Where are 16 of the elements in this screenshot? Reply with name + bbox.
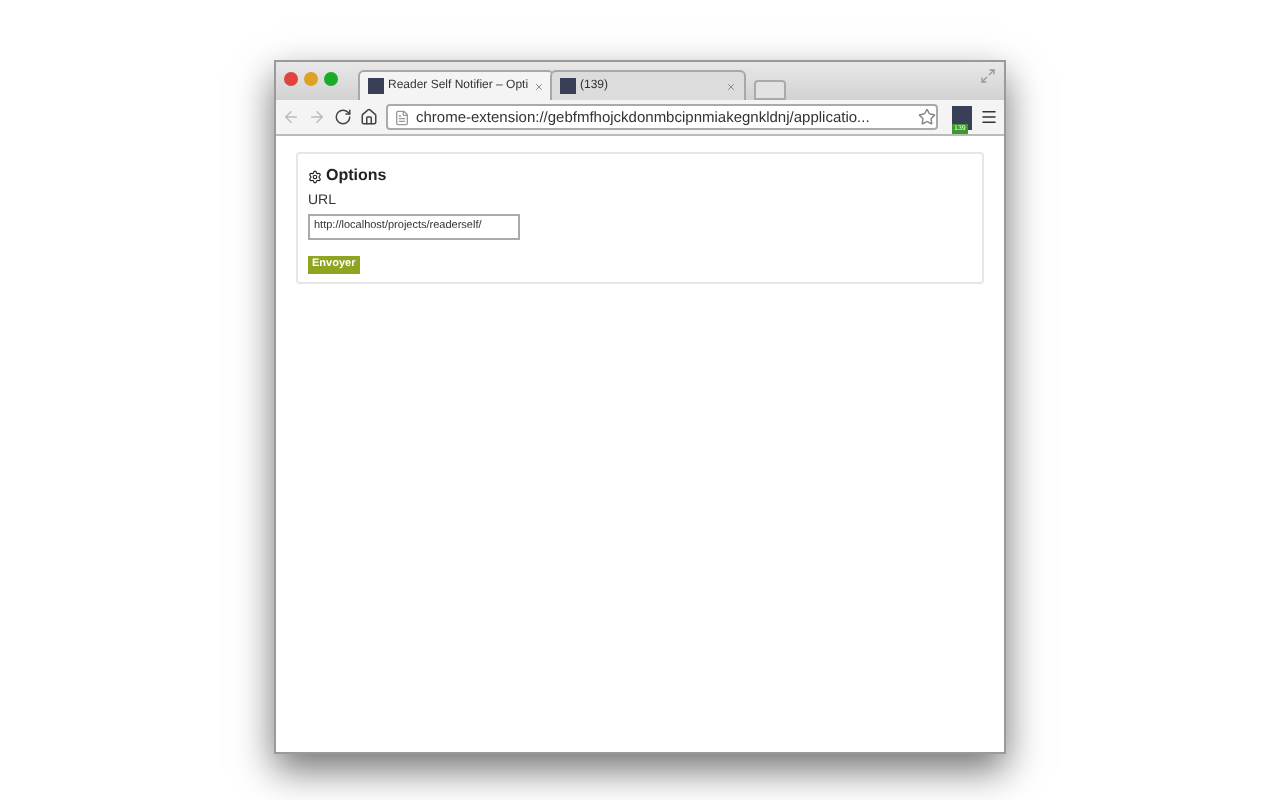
new-tab-button[interactable] <box>754 80 786 100</box>
page-icon <box>394 109 410 125</box>
options-heading: Options <box>326 164 387 188</box>
minimize-icon[interactable] <box>304 72 318 86</box>
zoom-icon[interactable] <box>324 72 338 86</box>
close-icon[interactable] <box>284 72 298 86</box>
fullscreen-icon[interactable] <box>980 68 996 84</box>
gear-icon <box>308 169 322 183</box>
reload-icon[interactable] <box>334 108 352 126</box>
back-icon[interactable] <box>282 108 300 126</box>
favicon-icon <box>368 78 384 94</box>
forward-icon[interactable] <box>308 108 326 126</box>
home-icon[interactable] <box>360 108 378 126</box>
favicon-icon <box>560 78 576 94</box>
menu-icon[interactable] <box>980 108 998 126</box>
bookmark-star-icon[interactable] <box>918 108 936 126</box>
